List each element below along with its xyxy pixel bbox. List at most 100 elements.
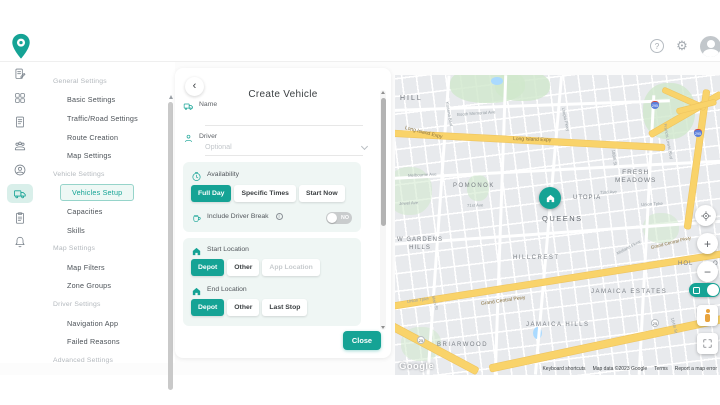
app-window: ? ⚙ General Settings Basic Settings bbox=[0, 30, 720, 375]
teams-icon[interactable] bbox=[7, 136, 33, 155]
road bbox=[494, 75, 507, 375]
sidebar-item[interactable]: Route Creation bbox=[40, 128, 175, 147]
end-location-option-button[interactable]: Last Stop bbox=[262, 299, 307, 316]
availability-card: Availability Full DaySpecific TimesStart… bbox=[183, 162, 361, 232]
sidebar-item[interactable]: Zone Groups bbox=[40, 277, 175, 296]
my-location-button[interactable] bbox=[695, 205, 716, 226]
panel-scrollbar[interactable] bbox=[380, 90, 386, 330]
home-marker-icon[interactable] bbox=[539, 187, 561, 209]
sidebar-item[interactable]: Map Filters bbox=[40, 258, 175, 277]
map-area-label: JAMAICA HILLS bbox=[526, 322, 590, 330]
route-shield-icon: 25 bbox=[651, 319, 659, 327]
settings-sidebar: General Settings Basic Settings Traffic/… bbox=[40, 62, 175, 363]
user-avatar[interactable] bbox=[700, 36, 720, 57]
route-shield-icon: 25 bbox=[417, 336, 425, 344]
start-location-option-button[interactable]: App Location bbox=[262, 259, 319, 276]
sidebar-item[interactable]: Driver Settings bbox=[40, 295, 175, 314]
close-button[interactable]: Close bbox=[343, 331, 381, 350]
start-location-option-button[interactable]: Other bbox=[227, 259, 259, 276]
sidebar-item[interactable]: Basic Settings bbox=[40, 91, 175, 110]
app-header: ? ⚙ bbox=[0, 30, 720, 62]
map-street-label: Long Island Expy bbox=[404, 125, 443, 140]
pond bbox=[491, 77, 503, 85]
end-location-option-button[interactable]: Depot bbox=[191, 299, 224, 316]
sidebar-item[interactable]: Navigation App bbox=[40, 314, 175, 333]
orders-icon[interactable] bbox=[7, 64, 33, 83]
map-street-label: 73rd Ave bbox=[600, 189, 617, 195]
map-street-label: Long Island Expy bbox=[513, 136, 552, 144]
map-area-label: QUEENS bbox=[542, 214, 583, 223]
start-location-label: Start Location bbox=[207, 246, 249, 253]
sidebar-item[interactable]: Failed Reasons bbox=[40, 332, 175, 351]
drivers-icon[interactable] bbox=[7, 160, 33, 179]
page: ? ⚙ General Settings Basic Settings bbox=[0, 0, 720, 405]
sidebar-item[interactable]: Advanced Settings bbox=[40, 351, 175, 370]
map-attribution-link[interactable]: Map data ©2023 Google bbox=[593, 366, 648, 372]
map-street-label: 188th St bbox=[610, 149, 618, 166]
info-icon[interactable]: i bbox=[276, 213, 283, 220]
map-attribution-link[interactable]: Terms bbox=[654, 366, 668, 372]
sidebar-item[interactable]: Traffic/Road Settings bbox=[40, 109, 175, 128]
map-attribution-link[interactable]: Report a map error bbox=[675, 366, 717, 372]
route-shield-icon: 295 bbox=[694, 129, 702, 137]
map-area-label: UTOPIA bbox=[573, 195, 601, 203]
sidebar-item[interactable]: Skills bbox=[40, 221, 175, 240]
tasks-icon[interactable] bbox=[7, 208, 33, 227]
name-label: Name bbox=[199, 101, 217, 108]
driver-underline bbox=[205, 146, 363, 156]
clock-icon bbox=[191, 169, 202, 180]
sidebar-item[interactable]: Vehicle Settings bbox=[40, 165, 175, 184]
help-icon[interactable]: ? bbox=[650, 39, 664, 53]
create-vehicle-panel: ‹ Create Vehicle Name Driver Optional Av… bbox=[175, 68, 391, 358]
driver-icon bbox=[183, 131, 194, 142]
zoom-in-button[interactable]: + bbox=[697, 233, 718, 254]
map-type-toggle[interactable] bbox=[689, 283, 720, 297]
end-location-options: DepotOtherLast Stop bbox=[191, 299, 307, 316]
locations-card: Start Location DepotOtherApp Location En… bbox=[183, 238, 361, 326]
dashboard-icon[interactable] bbox=[7, 88, 33, 107]
sidebar-item[interactable]: Map Settings bbox=[40, 146, 175, 165]
pegman-street-view-button[interactable] bbox=[697, 305, 718, 326]
reports-icon[interactable] bbox=[7, 112, 33, 131]
driver-field-row: Driver bbox=[183, 131, 217, 142]
app-logo-icon[interactable] bbox=[10, 33, 32, 60]
driver-break-toggle[interactable]: NO bbox=[326, 212, 352, 224]
map-street-label: Midland Pkwy bbox=[616, 239, 642, 256]
map-area-label: FRESH MEADOWS bbox=[615, 169, 656, 185]
map[interactable]: HILLPOMONOKFRESH MEADOWSUTOPIAQUEENSW GA… bbox=[395, 75, 720, 375]
availability-option-button[interactable]: Full Day bbox=[191, 185, 231, 202]
sidebar-item[interactable]: Map Settings bbox=[40, 239, 175, 258]
start-location-row: Start Location bbox=[191, 244, 249, 255]
map-layers-icon bbox=[693, 287, 700, 294]
google-watermark: Google bbox=[399, 361, 434, 372]
start-location-option-button[interactable]: Depot bbox=[191, 259, 224, 276]
road bbox=[534, 76, 563, 375]
end-location-option-button[interactable]: Other bbox=[227, 299, 259, 316]
name-field-row: Name bbox=[183, 99, 217, 110]
availability-option-button[interactable]: Specific Times bbox=[234, 185, 295, 202]
sidebar-scrollbar[interactable] bbox=[168, 102, 173, 390]
driver-label: Driver bbox=[199, 133, 217, 140]
settings-gear-icon[interactable]: ⚙ bbox=[675, 39, 689, 53]
availability-row: Availability bbox=[191, 169, 239, 180]
vehicles-icon[interactable] bbox=[7, 184, 33, 203]
break-cup-icon bbox=[191, 211, 202, 222]
notifications-icon[interactable] bbox=[7, 232, 33, 251]
sidebar-item[interactable]: Vehicles Setup bbox=[40, 184, 175, 203]
home-icon bbox=[191, 244, 202, 255]
sidebar-item[interactable]: Capacities bbox=[40, 202, 175, 221]
map-attribution-link[interactable]: Keyboard shortcuts bbox=[542, 366, 585, 372]
zoom-out-button[interactable]: − bbox=[697, 261, 718, 282]
fullscreen-button[interactable] bbox=[697, 333, 718, 354]
sidebar-item[interactable]: General Settings bbox=[40, 72, 175, 91]
end-location-row: End Location bbox=[191, 284, 247, 295]
vehicle-name-input[interactable] bbox=[205, 116, 363, 126]
availability-label: Availability bbox=[207, 171, 239, 178]
map-area-label: W GARDENS HILLS bbox=[397, 237, 443, 252]
driver-break-row: Include Driver Break i bbox=[191, 211, 283, 222]
road bbox=[395, 99, 670, 112]
end-location-label: End Location bbox=[207, 286, 247, 293]
map-street-label: Booth Memorial Ave bbox=[457, 109, 496, 117]
availability-option-button[interactable]: Start Now bbox=[299, 185, 345, 202]
driver-break-label: Include Driver Break bbox=[207, 213, 269, 220]
